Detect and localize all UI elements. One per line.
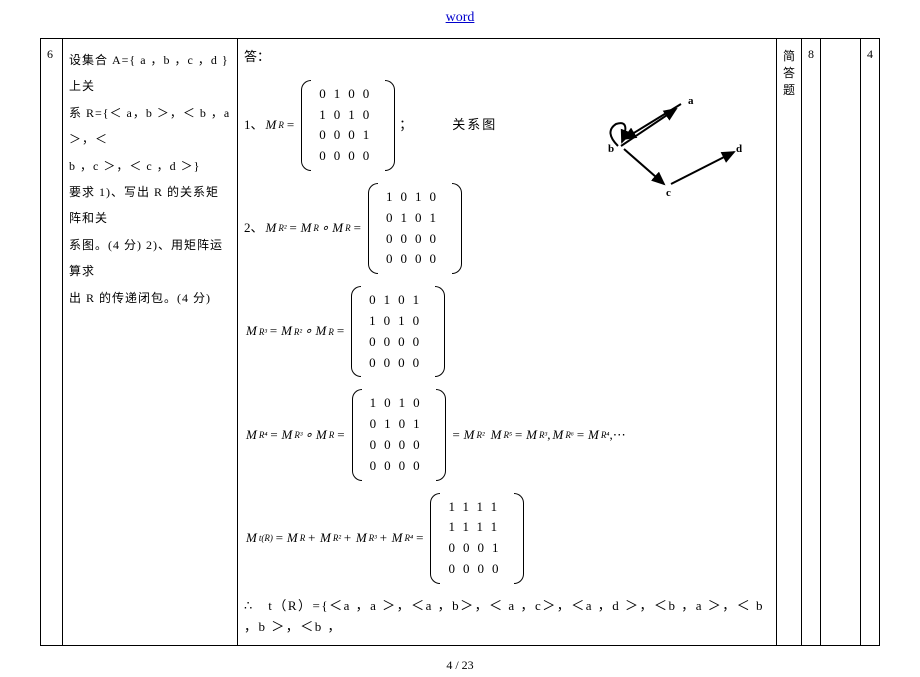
math-row-tr: Mt(R) = MR + MR² + MR³ + MR⁴ = 1111 1111 [244, 493, 770, 584]
graph-node-c: c [666, 187, 671, 199]
question-type-label: 简答题 [783, 47, 795, 98]
question-number-cell: 6 [41, 39, 63, 646]
relation-graph: a b c d [576, 84, 746, 204]
table-row: 6 设集合 A={ a ，b ，c ，d }上关 系 R={＜ a，b ＞，＜ … [41, 39, 880, 646]
answer-cell: 答： a b c d [238, 39, 777, 646]
question-line: 出 R 的传递闭包。(4 分) [69, 285, 231, 311]
matrix-mr: 0100 1010 0001 0000 [301, 80, 395, 171]
last-cell: 4 [861, 39, 880, 646]
graph-node-a: a [688, 95, 694, 107]
graph-node-d: d [736, 143, 742, 155]
question-line: 系图。(4 分) 2)、用矩阵运算求 [69, 232, 231, 285]
item1-prefix: 1、 [244, 115, 264, 136]
math-row-3: MR³ = MR² ∘ MR = 0101 1010 0000 0000 [244, 286, 770, 377]
item1-suffix: ； [399, 115, 412, 136]
question-cell: 设集合 A={ a ，b ，c ，d }上关 系 R={＜ a，b ＞，＜ b … [63, 39, 238, 646]
score-cell: 8 [802, 39, 821, 646]
question-line: 要求 1)、写出 R 的关系矩阵和关 [69, 179, 231, 232]
header-link[interactable]: word [40, 8, 880, 38]
graph-node-b: b [608, 143, 614, 155]
question-line: 设集合 A={ a ，b ，c ，d }上关 [69, 47, 231, 100]
matrix-sub: R [278, 118, 284, 132]
main-table: 6 设集合 A={ a ，b ，c ，d }上关 系 R={＜ a，b ＞，＜ … [40, 38, 880, 646]
item2-prefix: 2、 [244, 218, 264, 239]
matrix-mr3: 0101 1010 0000 0000 [351, 286, 445, 377]
equals-sign: = [287, 115, 294, 136]
conclusion-line: ∴ t（R）={＜a ，a ＞，＜a ，b＞，＜ a ，c＞，＜a ，d ＞，＜… [244, 596, 770, 638]
math-row-4: MR⁴ = MR³ ∘ MR = 1010 0101 0000 0000 [244, 389, 770, 480]
matrix-mr2: 1010 0101 0000 0000 [368, 183, 462, 274]
question-type-cell: 简答题 [776, 39, 801, 646]
answer-intro: 答： [244, 47, 770, 68]
relation-graph-label: 关系图 [452, 115, 497, 136]
blank-cell [821, 39, 861, 646]
ellipsis: ,⋯ [609, 425, 625, 446]
matrix-symbol: M [266, 115, 277, 136]
question-line: b ，c ＞，＜ c ，d ＞} [69, 153, 231, 179]
matrix-mr4: 1010 0101 0000 0000 [352, 389, 446, 480]
matrix-mtr: 1111 1111 0001 0000 [430, 493, 524, 584]
question-line: 系 R={＜ a，b ＞，＜ b ，a ＞，＜ [69, 100, 231, 153]
